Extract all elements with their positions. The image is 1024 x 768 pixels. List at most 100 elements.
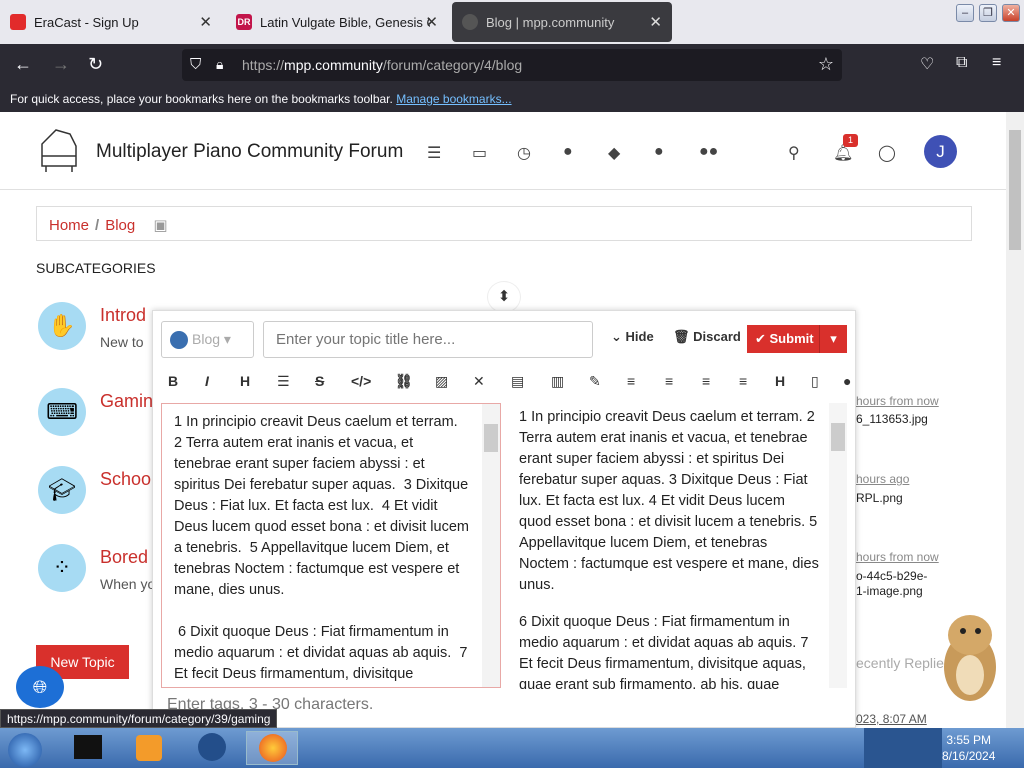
post-time[interactable]: hours ago [856,472,909,486]
mpp-icon [462,14,478,30]
hide-button[interactable]: ⌄ Hide [611,329,654,345]
post-time[interactable]: hours from now [856,394,939,408]
tab-blog[interactable]: Blog | mpp.community ✕ [452,2,672,42]
floating-globe-button[interactable]: 🌐︎ [16,666,64,708]
category-title[interactable]: Bored [100,547,148,568]
close-window-button[interactable]: ✕ [1002,4,1020,22]
minimize-button[interactable]: – [956,4,974,22]
list-icon[interactable]: ☰ [277,373,290,390]
dr-icon: DR [236,14,252,30]
post-file: 6_113653.jpg [856,412,928,426]
category-title[interactable]: Gamin [100,391,153,412]
restore-button[interactable]: ❐ [979,4,997,22]
rss-icon[interactable]: ▣ [153,217,167,234]
avatar[interactable]: J [924,135,957,168]
clock-icon[interactable]: ◷ [517,143,531,163]
manage-bookmarks-link[interactable]: Manage bookmarks... [396,92,511,106]
post-file: RPL.png [856,491,903,505]
user-icon[interactable]: ● [654,143,664,161]
reload-icon[interactable]: ↻ [88,54,103,75]
emoji-fullscreen-icon[interactable]: ✕ [473,373,485,390]
back-icon[interactable]: ← [14,54,32,75]
browser-tab-bar: EraCast - Sign Up ✕ DR Latin Vulgate Bib… [0,0,1024,44]
taskbar-media-player[interactable] [124,731,176,765]
star-icon[interactable]: ☆ [818,54,834,75]
tags-icon[interactable]: ◆ [608,143,620,163]
taskbar-firefox[interactable] [246,731,298,765]
status-url: https://mpp.community/forum/category/39/… [0,709,278,728]
bookmarks-toolbar: For quick access, place your bookmarks h… [0,86,1024,112]
tab-vulgate[interactable]: DR Latin Vulgate Bible, Genesis Ch ✕ [226,2,448,42]
forward-icon[interactable]: → [52,54,70,75]
fire-icon[interactable]: ● [563,143,573,161]
link-icon[interactable]: ⛓ [395,373,413,390]
taskbar-terminal[interactable] [62,731,114,765]
extensions-icon[interactable]: ⧉ [956,54,967,72]
topic-composer: Blog ▾ ⌄ Hide 🗑︎ Discard ✔ Submit▾ B I H… [152,310,856,728]
search-icon[interactable]: ⚲ [788,143,800,163]
bold-icon[interactable]: B [168,373,178,389]
submit-button[interactable]: ✔ Submit ▾ [747,325,847,353]
category-title[interactable]: Introd [100,305,146,326]
categories-icon[interactable]: ☰ [427,143,441,163]
tab-eracast[interactable]: EraCast - Sign Up ✕ [0,2,222,42]
color-icon[interactable]: ✎ [589,373,601,390]
preview-pane: 1 In principio creavit Deus caelum et te… [519,409,819,689]
align-right-icon[interactable]: ≡ [702,373,710,389]
align-justify-icon[interactable]: ≡ [739,373,747,389]
category-select[interactable]: Blog ▾ [161,321,254,358]
close-icon[interactable]: ✕ [649,13,662,31]
post-file: 1-image.png [856,584,923,598]
editor-textarea[interactable]: 1 In principio creavit Deus caelum et te… [161,403,501,688]
editor-scrollbar[interactable] [482,404,500,687]
site-title[interactable]: Multiplayer Piano Community Forum [96,141,403,163]
system-tray[interactable] [864,728,942,768]
scrollbar-thumb[interactable] [1009,130,1021,250]
chart-icon[interactable]: ▥ [551,373,564,390]
category-icon-graduation[interactable]: 🎓︎ [38,466,86,514]
code-icon[interactable]: </> [351,373,371,389]
clock[interactable]: 3:55 PM 8/16/2024 [942,732,995,764]
shield-icon[interactable]: ⛉ [190,56,201,73]
composer-resize-handle[interactable]: ⬍ [487,281,521,313]
category-desc: When yo [100,576,156,592]
strikethrough-icon[interactable]: S [315,373,324,389]
breadcrumb-home[interactable]: Home [49,217,89,234]
globe-icon [170,331,188,350]
youtube-icon [10,14,26,30]
menu-icon[interactable]: ≡ [992,54,1001,72]
groups-icon[interactable]: ●● [699,143,718,161]
taskbar-browser-globe[interactable] [186,731,238,765]
italic-icon[interactable]: I [205,373,209,389]
category-icon-spinner[interactable]: ⁘ [38,544,86,592]
file-icon[interactable]: ▯ [811,373,819,390]
subcategories-heading: SUBCATEGORIES [36,260,156,276]
url-bar[interactable]: ⛉ 🔒︎ https://mpp.community/forum/categor… [182,49,842,81]
category-icon-keyboard[interactable]: ⌨ [38,388,86,436]
breadcrumb-blog[interactable]: Blog [105,217,135,234]
heading-h-icon[interactable]: H [775,373,785,389]
site-header: Multiplayer Piano Community Forum ☰ ▭ ◷ … [0,112,1006,190]
piano-logo-icon[interactable] [36,126,80,174]
start-button[interactable] [0,731,50,767]
close-icon[interactable]: ✕ [425,13,438,31]
post-time[interactable]: 023, 8:07 AM [856,712,927,726]
card-icon[interactable]: ▤ [511,373,524,390]
align-center-icon[interactable]: ≡ [665,373,673,389]
category-icon-hand[interactable]: ✋ [38,302,86,350]
align-left-icon[interactable]: ≡ [627,373,635,389]
chat-icon[interactable]: ◯ [878,143,896,163]
pocket-icon[interactable]: ♡ [920,54,934,74]
info-icon[interactable]: ● [843,373,851,389]
preview-scrollbar[interactable] [829,403,847,688]
post-time[interactable]: hours from now [856,550,939,564]
submit-dropdown-icon[interactable]: ▾ [819,325,847,353]
lock-icon[interactable]: 🔒︎ [216,56,223,73]
inbox-icon[interactable]: ▭ [472,143,487,163]
topic-title-input[interactable] [263,321,593,358]
image-icon[interactable]: ▨ [435,373,448,390]
category-title[interactable]: Schoo [100,469,151,490]
heading-icon[interactable]: H [240,373,250,389]
close-icon[interactable]: ✕ [199,13,212,31]
discard-button[interactable]: 🗑︎ Discard [673,329,741,345]
